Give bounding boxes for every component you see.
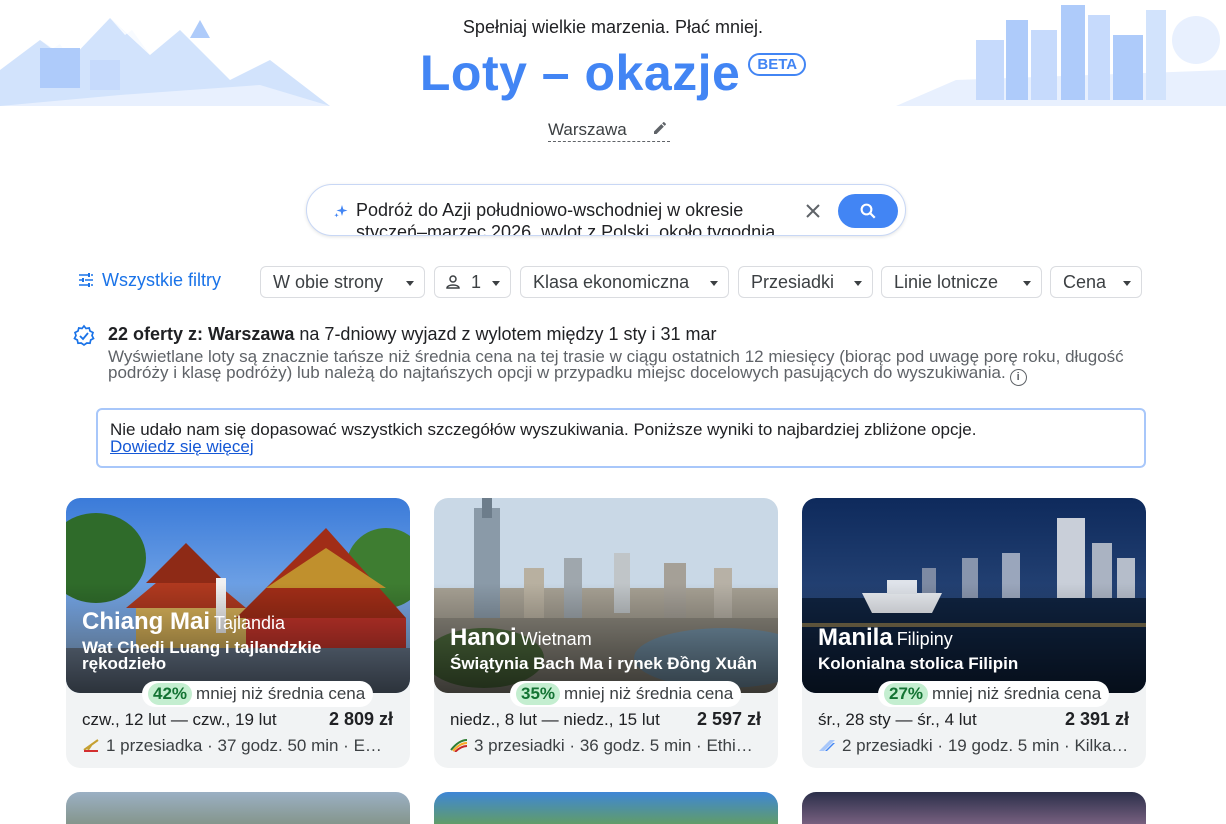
- airline-logo-icon: [450, 739, 468, 752]
- deal-badge: 42% mniej niż średnia cena: [142, 681, 374, 707]
- price-dropdown[interactable]: Cena: [1050, 266, 1142, 298]
- country-name: Filipiny: [896, 629, 953, 649]
- page-title: Loty – okazje: [419, 45, 741, 101]
- flight-details-text: 3 przesiadki · 36 godz. 5 min · Ethiopia…: [474, 736, 762, 755]
- search-box[interactable]: Podróż do Azji południowo-wschodniej w o…: [306, 184, 906, 236]
- destination-card[interactable]: Hanoi Wietnam Świątynia Bach Ma i rynek Đ…: [434, 498, 778, 768]
- discount-text: mniej niż średnia cena: [196, 684, 366, 703]
- deal-badge: 35% mniej niż średnia cena: [510, 681, 742, 707]
- results-window: na 7-dniowy wyjazd z wylotem między 1 st…: [294, 324, 717, 344]
- stops-label: Przesiadki: [751, 272, 835, 292]
- caret-down-icon: [854, 281, 862, 286]
- discount-percent: 42%: [148, 683, 193, 705]
- city-name: Chiang Mai: [82, 608, 211, 635]
- flight-details: 3 przesiadki · 36 godz. 5 min · Ethiopia…: [450, 736, 762, 756]
- discount-text: mniej niż średnia cena: [564, 684, 734, 703]
- destination-card[interactable]: Manila Filipiny Kolonialna stolica Filipi…: [802, 498, 1146, 768]
- trip-dates: czw., 12 lut — czw., 19 lut: [82, 710, 277, 729]
- discount-percent: 27%: [884, 683, 929, 705]
- discount-percent: 35%: [516, 683, 561, 705]
- destination-title: Manila Filipiny: [818, 624, 953, 652]
- price-label: Cena: [1063, 272, 1107, 292]
- trip-price: 2 391 zł: [1064, 709, 1129, 729]
- country-name: Wietnam: [520, 629, 592, 649]
- city-name: Hanoi: [450, 624, 517, 651]
- all-filters-label: Wszystkie filtry: [102, 270, 221, 290]
- passengers-dropdown[interactable]: 1: [434, 266, 511, 298]
- results-description: Wyświetlane loty są znacznie tańsze niż …: [108, 347, 1158, 386]
- deal-badge: 27% mniej niż średnia cena: [878, 681, 1110, 707]
- notice-text: Nie udało nam się dopasować wszystkich s…: [110, 420, 977, 439]
- passengers-count: 1: [471, 272, 482, 292]
- ai-check-icon: [73, 324, 95, 347]
- destination-title: Chiang Mai Tajlandia: [82, 608, 285, 636]
- flight-details: 1 przesiadka · 37 godz. 50 min · Emirate…: [82, 736, 394, 756]
- caret-down-icon: [406, 281, 414, 286]
- caret-down-icon: [1123, 281, 1131, 286]
- origin-value: Warszawa: [548, 120, 627, 139]
- destination-card-partial[interactable]: [434, 792, 778, 824]
- destination-title: Hanoi Wietnam: [450, 624, 592, 652]
- sparkle-icon: [334, 205, 348, 218]
- tagline: Spełniaj wielkie marzenia. Płać mniej.: [462, 17, 764, 37]
- caret-down-icon: [492, 281, 500, 286]
- airlines-dropdown[interactable]: Linie lotnicze: [881, 266, 1042, 298]
- destination-subtitle: Wat Chedi Luang i tajlandzkie rękodzieło: [82, 638, 322, 673]
- title-row: Loty – okazje BETA: [0, 44, 1226, 102]
- results-headline: 22 oferty z: Warszawa na 7-dniowy wyjazd…: [108, 324, 717, 345]
- airline-logo-icon: [819, 740, 835, 751]
- tune-icon: [79, 273, 93, 287]
- flight-details-text: 2 przesiadki · 19 godz. 5 min · Kilka li…: [842, 736, 1130, 755]
- cabin-class-dropdown[interactable]: Klasa ekonomiczna: [520, 266, 729, 298]
- pencil-icon: [654, 122, 666, 134]
- trip-price: 2 597 zł: [696, 709, 761, 729]
- country-name: Tajlandia: [214, 613, 286, 633]
- origin-selector[interactable]: Warszawa: [548, 118, 670, 142]
- all-filters-button[interactable]: Wszystkie filtry: [78, 270, 221, 291]
- city-name: Manila: [818, 624, 893, 651]
- results-count: 22 oferty z: Warszawa: [108, 324, 295, 344]
- destination-card[interactable]: Chiang Mai Tajlandia Wat Chedi Luang i ta…: [66, 498, 410, 768]
- trip-type-dropdown[interactable]: W obie strony: [260, 266, 425, 298]
- trip-dates: niedz., 8 lut — niedz., 15 lut: [450, 710, 660, 729]
- airlines-label: Linie lotnicze: [894, 272, 999, 292]
- partial-match-notice: Nie udało nam się dopasować wszystkich s…: [96, 408, 1146, 468]
- beta-badge: BETA: [748, 52, 807, 76]
- learn-more-link[interactable]: Dowiedz się więcej: [110, 437, 254, 456]
- info-icon[interactable]: i: [1009, 369, 1027, 386]
- trip-price: 2 809 zł: [328, 709, 393, 729]
- airline-logo-icon: [83, 739, 99, 752]
- close-icon[interactable]: [801, 199, 825, 223]
- caret-down-icon: [1023, 281, 1031, 286]
- caret-down-icon: [710, 281, 718, 286]
- cabin-class-label: Klasa ekonomiczna: [533, 272, 690, 292]
- search-button[interactable]: [838, 194, 898, 228]
- destination-card-partial[interactable]: [802, 792, 1146, 824]
- destination-subtitle: Kolonialna stolica Filipin: [818, 654, 1019, 673]
- flight-details-text: 1 przesiadka · 37 godz. 50 min · Emirate…: [106, 736, 394, 755]
- discount-text: mniej niż średnia cena: [932, 684, 1102, 703]
- search-input[interactable]: Podróż do Azji południowo-wschodniej w o…: [356, 199, 786, 235]
- destination-card-partial[interactable]: [66, 792, 410, 824]
- trip-dates: śr., 28 sty — śr., 4 lut: [818, 710, 977, 729]
- person-icon: [446, 275, 460, 289]
- stops-dropdown[interactable]: Przesiadki: [738, 266, 873, 298]
- search-icon: [860, 203, 876, 219]
- flight-details: 2 przesiadki · 19 godz. 5 min · Kilka li…: [818, 736, 1130, 756]
- destination-subtitle: Świątynia Bach Ma i rynek Đồng Xuân: [450, 654, 758, 673]
- trip-type-label: W obie strony: [273, 272, 384, 292]
- description-text: Wyświetlane loty są znacznie tańsze niż …: [108, 347, 1124, 382]
